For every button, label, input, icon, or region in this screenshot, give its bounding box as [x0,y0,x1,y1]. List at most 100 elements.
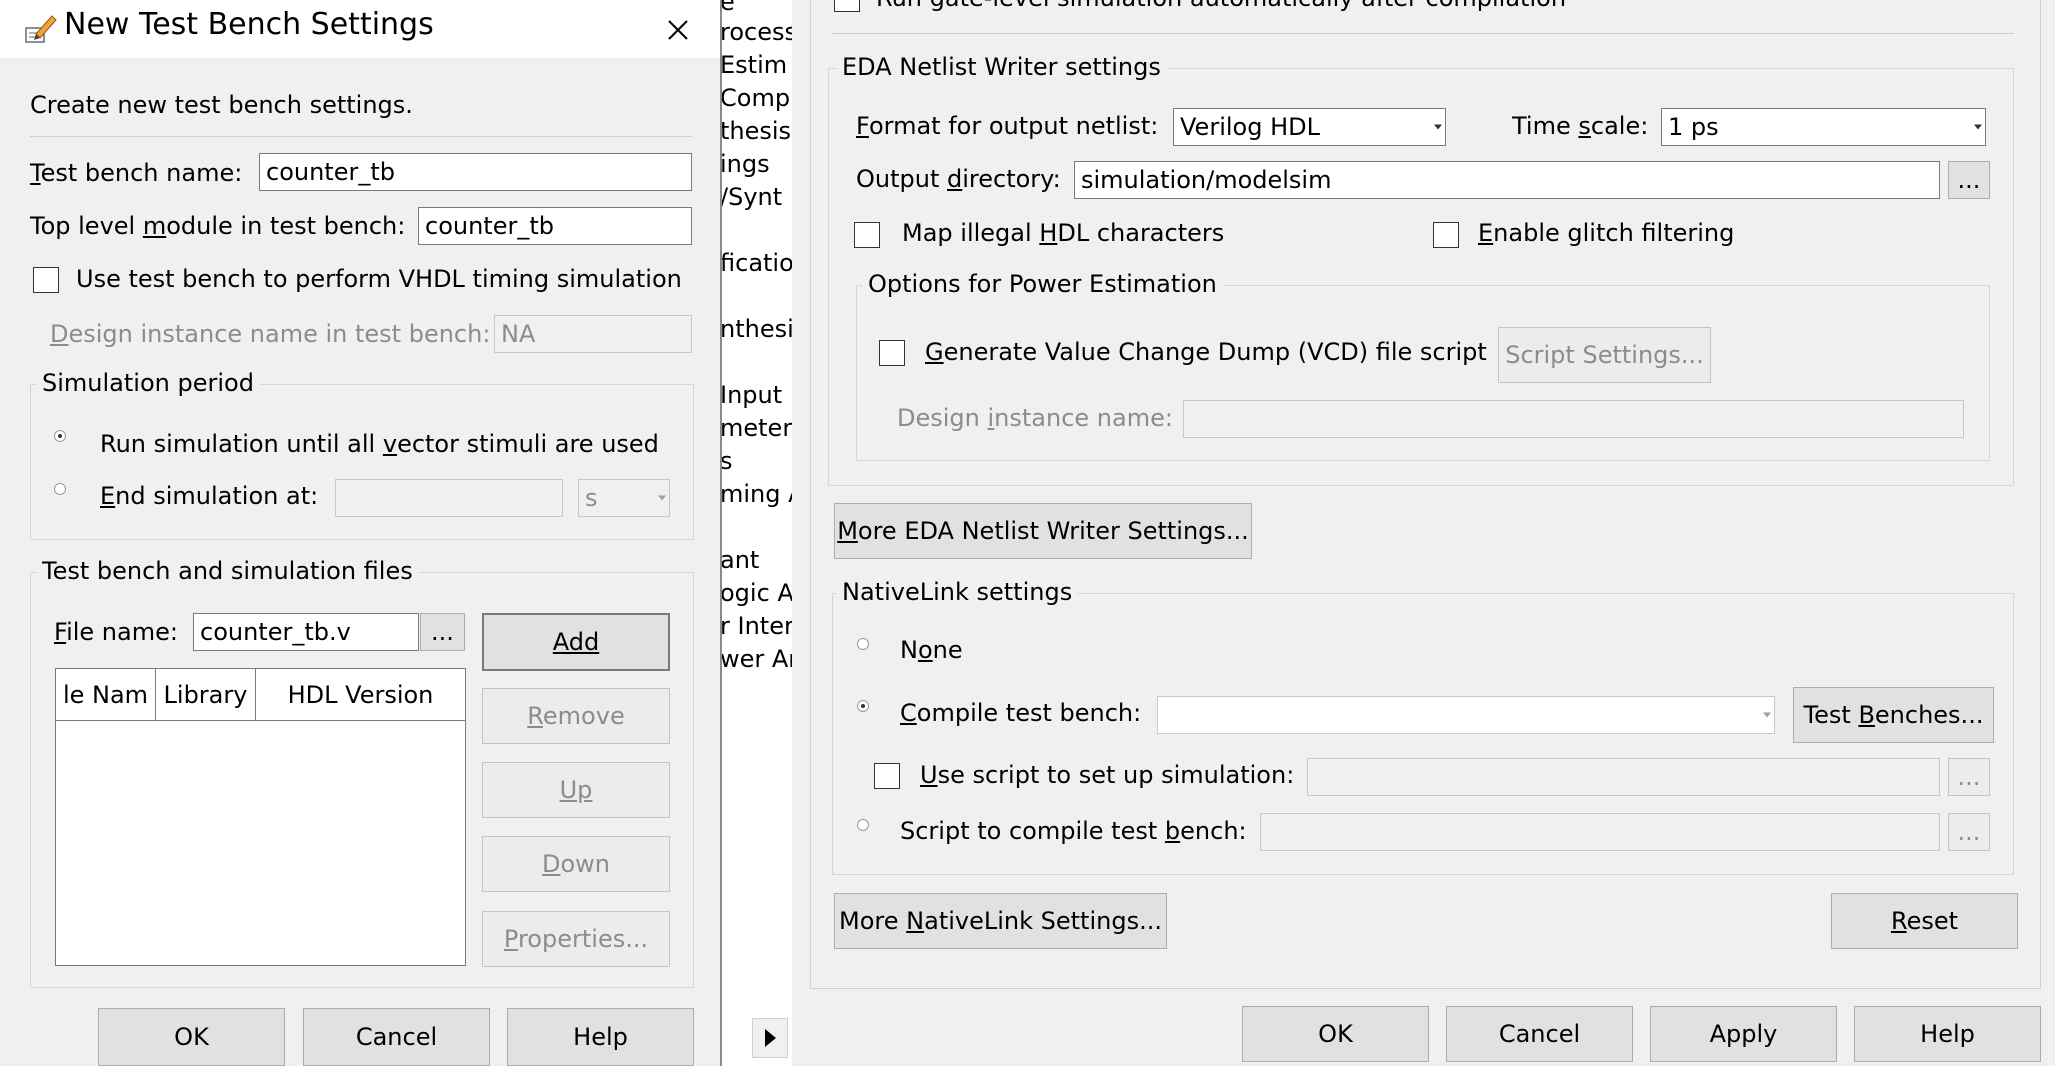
close-icon[interactable] [656,8,700,52]
list-item[interactable]: ming A [720,480,792,509]
list-item[interactable]: thesis [720,117,791,146]
chevron-down-icon [1763,712,1771,718]
compile-test-bench-radio[interactable] [857,700,869,712]
eda-settings-title: EDA Netlist Writer settings [836,53,1167,81]
vcd-script-checkbox[interactable] [879,340,905,366]
output-dir-label: Output directory: [856,165,1061,193]
list-item[interactable]: Input [720,381,782,410]
map-illegal-checkbox[interactable] [854,222,880,248]
down-button[interactable]: Down [482,836,670,892]
use-script-path-input[interactable] [1307,758,1940,796]
format-label: Format for output netlist: [856,112,1159,140]
power-estimation-title: Options for Power Estimation [862,270,1223,298]
list-item[interactable]: Estim [720,51,787,80]
files-table[interactable]: le Nam Library HDL Version [55,668,466,966]
file-name-label: File name: [54,618,178,646]
separator [832,33,2014,34]
use-script-label: Use script to set up simulation: [920,761,1295,789]
dialog-ok-button[interactable]: OK [98,1008,285,1066]
format-select-value: Verilog HDL [1180,113,1320,141]
list-item[interactable]: fication [720,249,792,278]
map-illegal-label: Map illegal HDL characters [902,219,1225,247]
test-bench-name-label: Test bench name: [30,159,243,187]
list-item[interactable]: wer An [720,645,792,674]
help-button[interactable]: Help [1854,1006,2041,1062]
file-name-input[interactable]: counter_tb.v [193,613,419,651]
glitch-filter-checkbox[interactable] [1433,222,1459,248]
gate-level-sim-checkbox[interactable] [834,0,860,12]
chevron-down-icon [1434,124,1442,130]
separator [30,136,692,137]
triangle-right-icon [765,1029,776,1047]
format-select[interactable]: Verilog HDL [1173,108,1446,146]
use-script-checkbox[interactable] [874,763,900,789]
column-header-file-name[interactable]: le Nam [56,669,156,720]
time-scale-label: Time scale: [1512,112,1649,140]
add-button[interactable]: Add [482,613,670,671]
properties-button[interactable]: Properties... [482,911,670,967]
end-at-unit-select[interactable]: s [578,479,670,517]
top-level-module-label: Top level module in test bench: [30,212,406,240]
file-browse-button[interactable]: ... [420,613,465,651]
list-item[interactable]: r Inter [720,612,792,641]
remove-button[interactable]: Remove [482,688,670,744]
panel-bottom-line [810,0,811,988]
end-at-unit-value: s [585,484,598,512]
panel-right-line [2040,0,2041,988]
list-item[interactable]: rocess [720,18,792,47]
time-scale-select[interactable]: 1 ps [1661,108,1986,146]
chevron-down-icon [1974,124,1982,130]
script-compile-input[interactable] [1260,813,1940,851]
list-item[interactable]: ant [720,546,759,575]
dialog-cancel-button[interactable]: Cancel [303,1008,490,1066]
list-item[interactable]: ogic A [720,579,792,608]
end-at-input[interactable] [335,479,563,517]
column-header-library[interactable]: Library [156,669,256,720]
run-all-label: Run simulation until all vector stimuli … [100,430,659,458]
power-design-instance-input[interactable] [1183,400,1964,438]
script-settings-button[interactable]: Script Settings... [1498,327,1711,383]
list-item[interactable]: Comp [720,84,790,113]
output-dir-input[interactable]: simulation/modelsim [1074,161,1940,199]
reset-button[interactable]: Reset [1831,893,2018,949]
power-design-instance-label: Design instance name: [897,404,1173,432]
apply-button[interactable]: Apply [1650,1006,1837,1062]
output-dir-browse-button[interactable]: ... [1948,161,1990,199]
dialog-title: New Test Bench Settings [64,7,434,42]
list-item[interactable]: e [720,0,735,17]
up-button[interactable]: Up [482,762,670,818]
top-level-module-input[interactable]: counter_tb [418,207,692,245]
list-item[interactable]: ings [720,150,770,179]
run-all-radio[interactable] [54,430,66,442]
script-compile-radio[interactable] [857,819,869,831]
list-item[interactable]: /Synt [720,183,782,212]
more-nativelink-settings-button[interactable]: More NativeLink Settings... [834,893,1167,949]
new-test-bench-dialog: New Test Bench Settings Create new test … [0,0,722,1066]
panel-bottom-border [810,988,2041,989]
vcd-script-label: Generate Value Change Dump (VCD) file sc… [925,338,1487,366]
list-item[interactable]: nthesis [720,315,792,344]
cancel-button[interactable]: Cancel [1446,1006,1633,1062]
compile-test-bench-label: Compile test bench: [900,699,1142,727]
simulation-period-title: Simulation period [36,369,260,397]
compile-test-bench-select[interactable] [1157,696,1775,734]
design-instance-input[interactable]: NA [494,315,692,353]
none-radio[interactable] [857,638,869,650]
more-eda-settings-button[interactable]: More EDA Netlist Writer Settings... [834,503,1252,559]
title-bar[interactable]: New Test Bench Settings [0,0,720,58]
none-label: None [900,636,963,664]
category-list[interactable]: e rocess Estim Comp thesis ings /Synt fi… [720,0,792,1066]
column-header-hdl-version[interactable]: HDL Version [256,669,465,720]
test-benches-button[interactable]: Test Benches... [1793,687,1994,743]
scroll-right-button[interactable] [752,1018,788,1058]
list-item[interactable]: meter [720,414,792,443]
end-at-radio[interactable] [54,483,66,495]
vhdl-timing-label: Use test bench to perform VHDL timing si… [76,265,682,293]
vhdl-timing-checkbox[interactable] [33,267,59,293]
use-script-browse-button[interactable]: ... [1948,758,1990,796]
ok-button[interactable]: OK [1242,1006,1429,1062]
test-bench-name-input[interactable]: counter_tb [259,153,692,191]
script-compile-browse-button[interactable]: ... [1948,813,1990,851]
chevron-down-icon [658,495,666,501]
dialog-help-button[interactable]: Help [507,1008,694,1066]
